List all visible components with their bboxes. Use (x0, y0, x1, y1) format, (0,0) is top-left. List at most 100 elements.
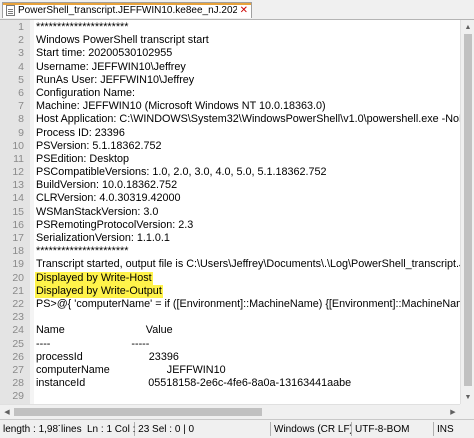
vertical-scroll-thumb[interactable] (464, 34, 472, 386)
line-number: 4 (18, 60, 24, 73)
line-text: computerName JEFFWIN10 (36, 363, 226, 376)
vertical-scrollbar[interactable]: ▲ ▼ (460, 20, 474, 404)
text-line[interactable]: 3 Start time: 20200530102955 (0, 47, 460, 60)
line-text: Configuration Name: (36, 86, 136, 99)
close-icon[interactable]: ✕ (237, 5, 251, 16)
text-line[interactable]: 18 ********************** (0, 245, 460, 258)
text-line[interactable]: 9 Process ID: 23396 (0, 127, 460, 140)
text-line[interactable]: 25 ---- ----- (0, 338, 460, 351)
text-line[interactable]: 2 Windows PowerShell transcript start (0, 34, 460, 47)
text-line[interactable]: 14 CLRVersion: 4.0.30319.42000 (0, 192, 460, 205)
text-line[interactable]: 12 PSCompatibleVersions: 1.0, 2.0, 3.0, 4… (0, 166, 460, 179)
line-number: 20 (12, 271, 24, 284)
text-line[interactable]: 28 instanceId 05518158-2e6c-4fe6-8a0a-131… (0, 377, 460, 390)
line-text: Transcript started, output file is C:\Us… (36, 258, 474, 271)
line-text: WSManStackVersion: 3.0 (36, 205, 159, 218)
line-text: Host Application: C:\WINDOWS\System32\Wi… (36, 113, 474, 126)
line-text: PS>@{ 'computerName' = if ([Environment]… (36, 297, 474, 310)
line-number: 11 (13, 152, 24, 165)
line-number: 3 (18, 47, 24, 60)
text-line[interactable]: 26 processId 23396 (0, 351, 460, 364)
status-encoding: UTF-8-BOM (355, 423, 410, 435)
line-number: 19 (12, 258, 24, 271)
line-number: 13 (12, 179, 24, 192)
text-line[interactable]: 7 Machine: JEFFWIN10 (Microsoft Windows N… (0, 100, 460, 113)
line-number: 21 (12, 284, 24, 297)
horizontal-scrollbar[interactable]: ◀ ▶ (0, 404, 460, 419)
status-bar: length : 1,987 lines Ln : 1 Col : 23 Sel… (0, 419, 474, 438)
scroll-left-arrow-icon[interactable]: ◀ (0, 405, 14, 419)
line-number: 18 (12, 245, 24, 258)
text-line[interactable]: 4 Username: JEFFWIN10\Jeffrey (0, 61, 460, 74)
line-text: RunAs User: JEFFWIN10\Jeffrey (36, 73, 195, 86)
line-text: CLRVersion: 4.0.30319.42000 (36, 192, 181, 205)
horizontal-scroll-thumb[interactable] (14, 408, 262, 416)
text-line[interactable]: 19 Transcript started, output file is C:\… (0, 258, 474, 271)
line-number: 2 (18, 34, 24, 47)
line-text: Name Value (36, 324, 173, 337)
line-number: 5 (18, 73, 24, 86)
text-line[interactable]: 20 Displayed by Write-Host (0, 271, 460, 285)
line-number: 1 (18, 21, 24, 33)
tab-bar: PowerShell_transcript.JEFFWIN10.ke8ee_nJ… (0, 0, 474, 20)
line-number: 29 (12, 390, 24, 403)
line-text: PSCompatibleVersions: 1.0, 2.0, 3.0, 4.0… (36, 166, 327, 179)
text-line[interactable]: 29 (0, 390, 460, 403)
text-line[interactable]: 16 PSRemotingProtocolVersion: 2.3 (0, 219, 460, 232)
line-number: 25 (12, 337, 24, 350)
line-text: Displayed by Write-Host (35, 271, 153, 285)
line-number: 27 (12, 363, 24, 376)
text-line[interactable]: 27 computerName JEFFWIN10 (0, 364, 460, 377)
text-line[interactable]: 5 RunAs User: JEFFWIN10\Jeffrey (0, 74, 460, 87)
line-number: 17 (12, 232, 24, 244)
line-number: 26 (12, 350, 24, 363)
text-line[interactable]: 1 ********************** (0, 21, 460, 34)
text-line[interactable]: 13 BuildVersion: 10.0.18362.752 (0, 179, 460, 192)
line-text: Process ID: 23396 (36, 126, 125, 139)
line-text: ********************** (36, 245, 129, 258)
text-line[interactable]: 11 PSEdition: Desktop (0, 153, 460, 166)
status-position: Ln : 1 Col : 23 Sel : 0 | 0 (87, 423, 195, 435)
line-text: Displayed by Write-Output (35, 284, 163, 298)
line-number: 8 (18, 113, 24, 126)
line-number: 10 (12, 139, 24, 152)
tab-title: PowerShell_transcript.JEFFWIN10.ke8ee_nJ… (18, 5, 237, 16)
text-line[interactable]: 22 PS>@{ 'computerName' = if ([Environmen… (0, 297, 474, 311)
line-text: processId 23396 (36, 350, 179, 363)
scrollbar-corner (460, 404, 474, 418)
text-line[interactable]: 24 Name Value (0, 324, 460, 337)
line-number: 7 (18, 100, 24, 113)
line-number: 24 (12, 324, 24, 337)
editor-area[interactable]: 1 ********************** 2 Windows PowerShe… (0, 20, 474, 418)
text-line[interactable]: 8 Host Application: C:\WINDOWS\System32\W… (0, 113, 474, 126)
line-text: ********************** (36, 21, 129, 33)
line-text: ---- ----- (36, 337, 150, 350)
scroll-up-arrow-icon[interactable]: ▲ (461, 20, 474, 34)
line-text: PSRemotingProtocolVersion: 2.3 (36, 218, 194, 231)
text-line[interactable]: 23 (0, 311, 460, 324)
line-number: 22 (12, 297, 24, 310)
line-number: 28 (12, 377, 24, 390)
text-lines: 1 ********************** 2 Windows PowerShe… (0, 21, 474, 417)
active-tab-indicator (3, 3, 251, 5)
text-line[interactable]: 6 Configuration Name: (0, 87, 460, 100)
line-text: PSEdition: Desktop (36, 152, 130, 165)
status-length: length : 1,987 (3, 423, 60, 435)
status-lines: lines (61, 423, 82, 435)
scroll-right-arrow-icon[interactable]: ▶ (446, 405, 460, 419)
line-text: Windows PowerShell transcript start (36, 34, 209, 47)
line-text: BuildVersion: 10.0.18362.752 (36, 179, 178, 192)
status-insert-mode: INS (437, 423, 454, 435)
line-text: Username: JEFFWIN10\Jeffrey (36, 60, 186, 73)
text-line[interactable]: 21 Displayed by Write-Output (0, 284, 460, 298)
line-number: 14 (12, 192, 24, 205)
line-text: instanceId 05518158-2e6c-4fe6-8a0a-13163… (36, 377, 352, 390)
line-text: Machine: JEFFWIN10 (Microsoft Windows NT… (36, 100, 326, 113)
text-line[interactable]: 10 PSVersion: 5.1.18362.752 (0, 140, 460, 153)
line-number: 15 (12, 205, 24, 218)
text-line[interactable]: 15 WSManStackVersion: 3.0 (0, 206, 460, 219)
text-line[interactable]: 17 SerializationVersion: 1.1.0.1 (0, 232, 460, 245)
scroll-down-arrow-icon[interactable]: ▼ (461, 390, 474, 404)
status-eol: Windows (CR LF) (274, 423, 351, 435)
file-tab[interactable]: PowerShell_transcript.JEFFWIN10.ke8ee_nJ… (2, 2, 252, 18)
